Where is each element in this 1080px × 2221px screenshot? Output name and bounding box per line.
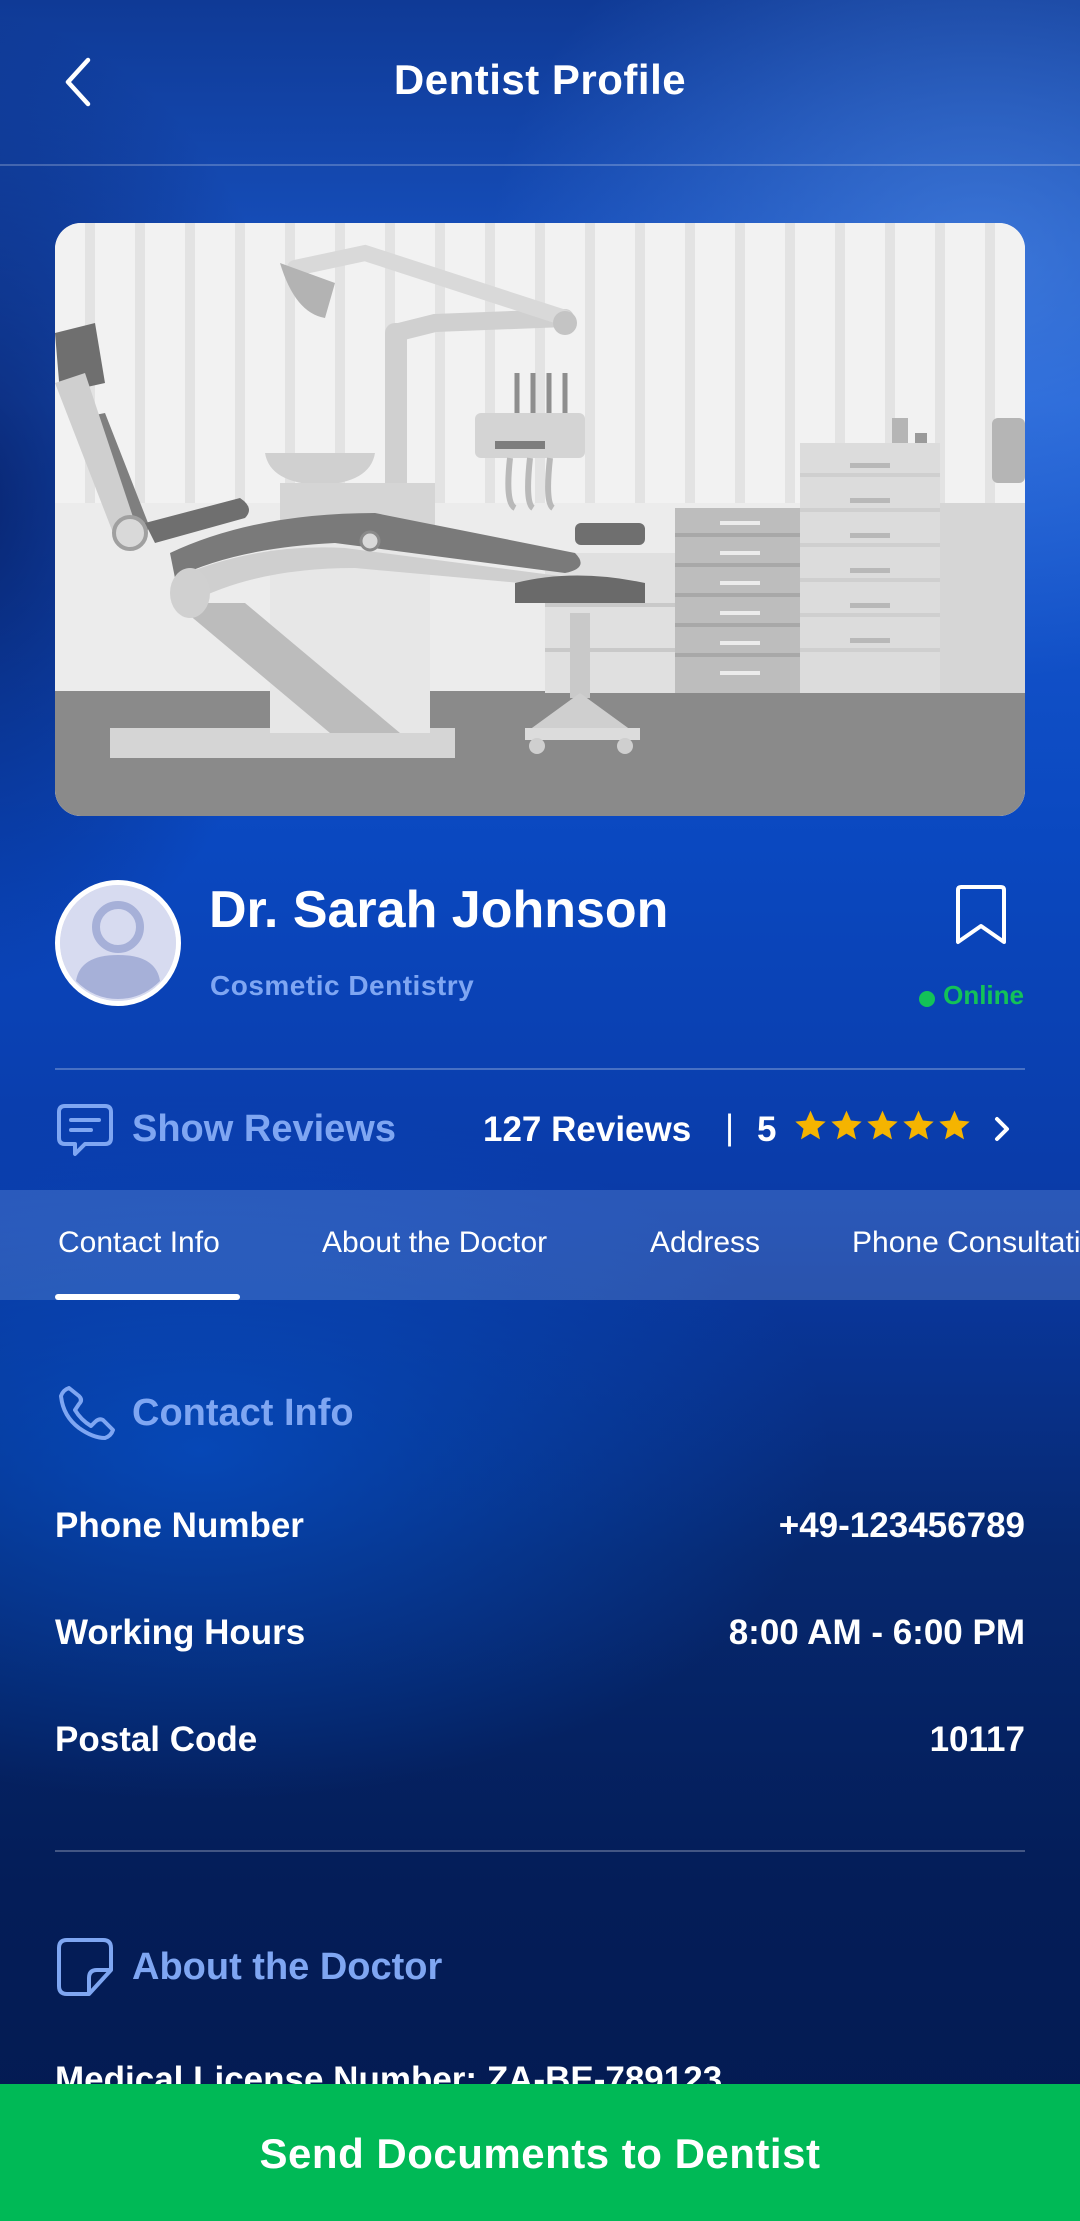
- postal-code-label: Postal Code: [55, 1720, 258, 1759]
- tab-phone-consultation[interactable]: Phone Consultation: [852, 1226, 1080, 1260]
- show-reviews-link[interactable]: Show Reviews: [132, 1108, 396, 1151]
- bookmark-button[interactable]: [952, 884, 1010, 946]
- review-score: 5: [757, 1110, 777, 1149]
- chat-icon: [57, 1104, 113, 1156]
- contact-info-title: Contact Info: [132, 1392, 354, 1434]
- star-icon: [939, 1110, 970, 1140]
- doctor-specialty: Cosmetic Dentistry: [210, 970, 475, 1001]
- top-app-bar: Dentist Profile: [0, 0, 1080, 166]
- online-status: Online: [919, 980, 1024, 1011]
- avatar: [55, 880, 181, 1006]
- doctor-name: Dr. Sarah Johnson: [209, 881, 669, 939]
- info-row-postal: Postal Code 10117: [55, 1720, 1025, 1770]
- reviews-row[interactable]: Show Reviews 127 Reviews | 5: [55, 1096, 1025, 1166]
- phone-icon: [59, 1386, 115, 1440]
- phone-number-value[interactable]: +49-123456789: [779, 1506, 1025, 1546]
- online-status-label: Online: [943, 980, 1024, 1010]
- tab-address[interactable]: Address: [650, 1226, 760, 1260]
- working-hours-label: Working Hours: [55, 1613, 306, 1652]
- send-documents-label: Send Documents to Dentist: [259, 2130, 821, 2177]
- send-documents-button[interactable]: Send Documents to Dentist: [0, 2084, 1080, 2221]
- online-dot-icon: [919, 990, 936, 1007]
- divider: [55, 1068, 1025, 1070]
- bookmark-icon: [956, 885, 1006, 944]
- postal-code-value: 10117: [929, 1720, 1025, 1759]
- page-title: Dentist Profile: [393, 56, 687, 103]
- review-count: 127 Reviews: [483, 1110, 692, 1149]
- tab-about-the-doctor[interactable]: About the Doctor: [322, 1226, 547, 1260]
- about-title: About the Doctor: [132, 1946, 443, 1988]
- rating-stars: [793, 1108, 972, 1143]
- user-icon: [60, 885, 176, 1001]
- document-icon: [57, 1938, 113, 1996]
- info-row-phone: Phone Number +49-123456789: [55, 1506, 1025, 1556]
- working-hours-value: 8:00 AM - 6:00 PM: [728, 1613, 1025, 1652]
- star-icon: [903, 1110, 934, 1140]
- divider: [55, 1850, 1025, 1852]
- tab-contact-info[interactable]: Contact Info: [58, 1226, 220, 1260]
- chevron-right-icon: [995, 1117, 1009, 1141]
- tab-bar: Contact Info About the Doctor Address Ph…: [0, 1190, 1080, 1300]
- review-separator: |: [725, 1108, 735, 1147]
- clinic-illustration: [55, 223, 1025, 816]
- info-row-hours: Working Hours 8:00 AM - 6:00 PM: [55, 1613, 1025, 1663]
- active-tab-indicator: [55, 1294, 240, 1300]
- star-icon: [831, 1110, 862, 1140]
- star-icon: [867, 1110, 898, 1140]
- phone-number-label: Phone Number: [55, 1506, 304, 1545]
- star-icon: [795, 1110, 826, 1140]
